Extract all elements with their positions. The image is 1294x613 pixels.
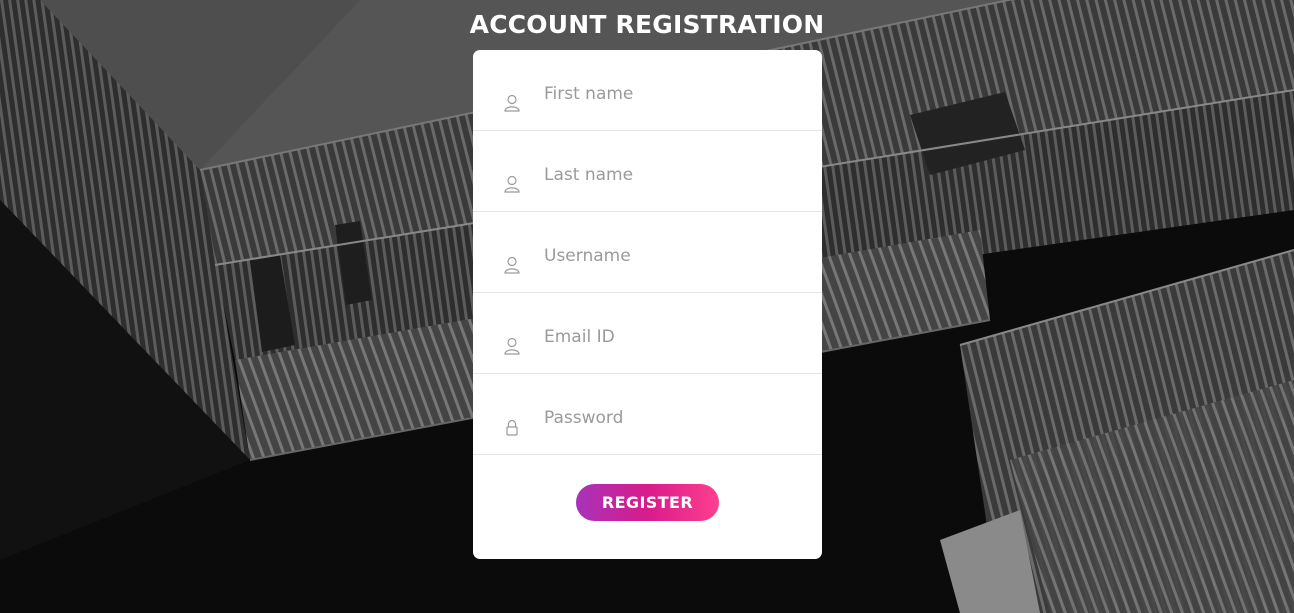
user-icon <box>504 256 520 274</box>
first-name-input[interactable] <box>544 80 794 108</box>
registration-form: REGISTER <box>473 50 822 559</box>
submit-area: REGISTER <box>473 455 822 552</box>
user-icon <box>504 337 520 355</box>
username-input[interactable] <box>544 242 794 270</box>
password-input[interactable] <box>544 404 794 432</box>
email-input[interactable] <box>544 323 794 351</box>
email-field <box>473 293 822 374</box>
first-name-field <box>473 50 822 131</box>
register-button[interactable]: REGISTER <box>576 484 719 521</box>
user-icon <box>504 175 520 193</box>
last-name-field <box>473 131 822 212</box>
page-title: ACCOUNT REGISTRATION <box>469 10 825 39</box>
user-icon <box>504 94 520 112</box>
lock-icon <box>504 418 520 436</box>
password-field <box>473 374 822 455</box>
last-name-input[interactable] <box>544 161 794 189</box>
username-field <box>473 212 822 293</box>
